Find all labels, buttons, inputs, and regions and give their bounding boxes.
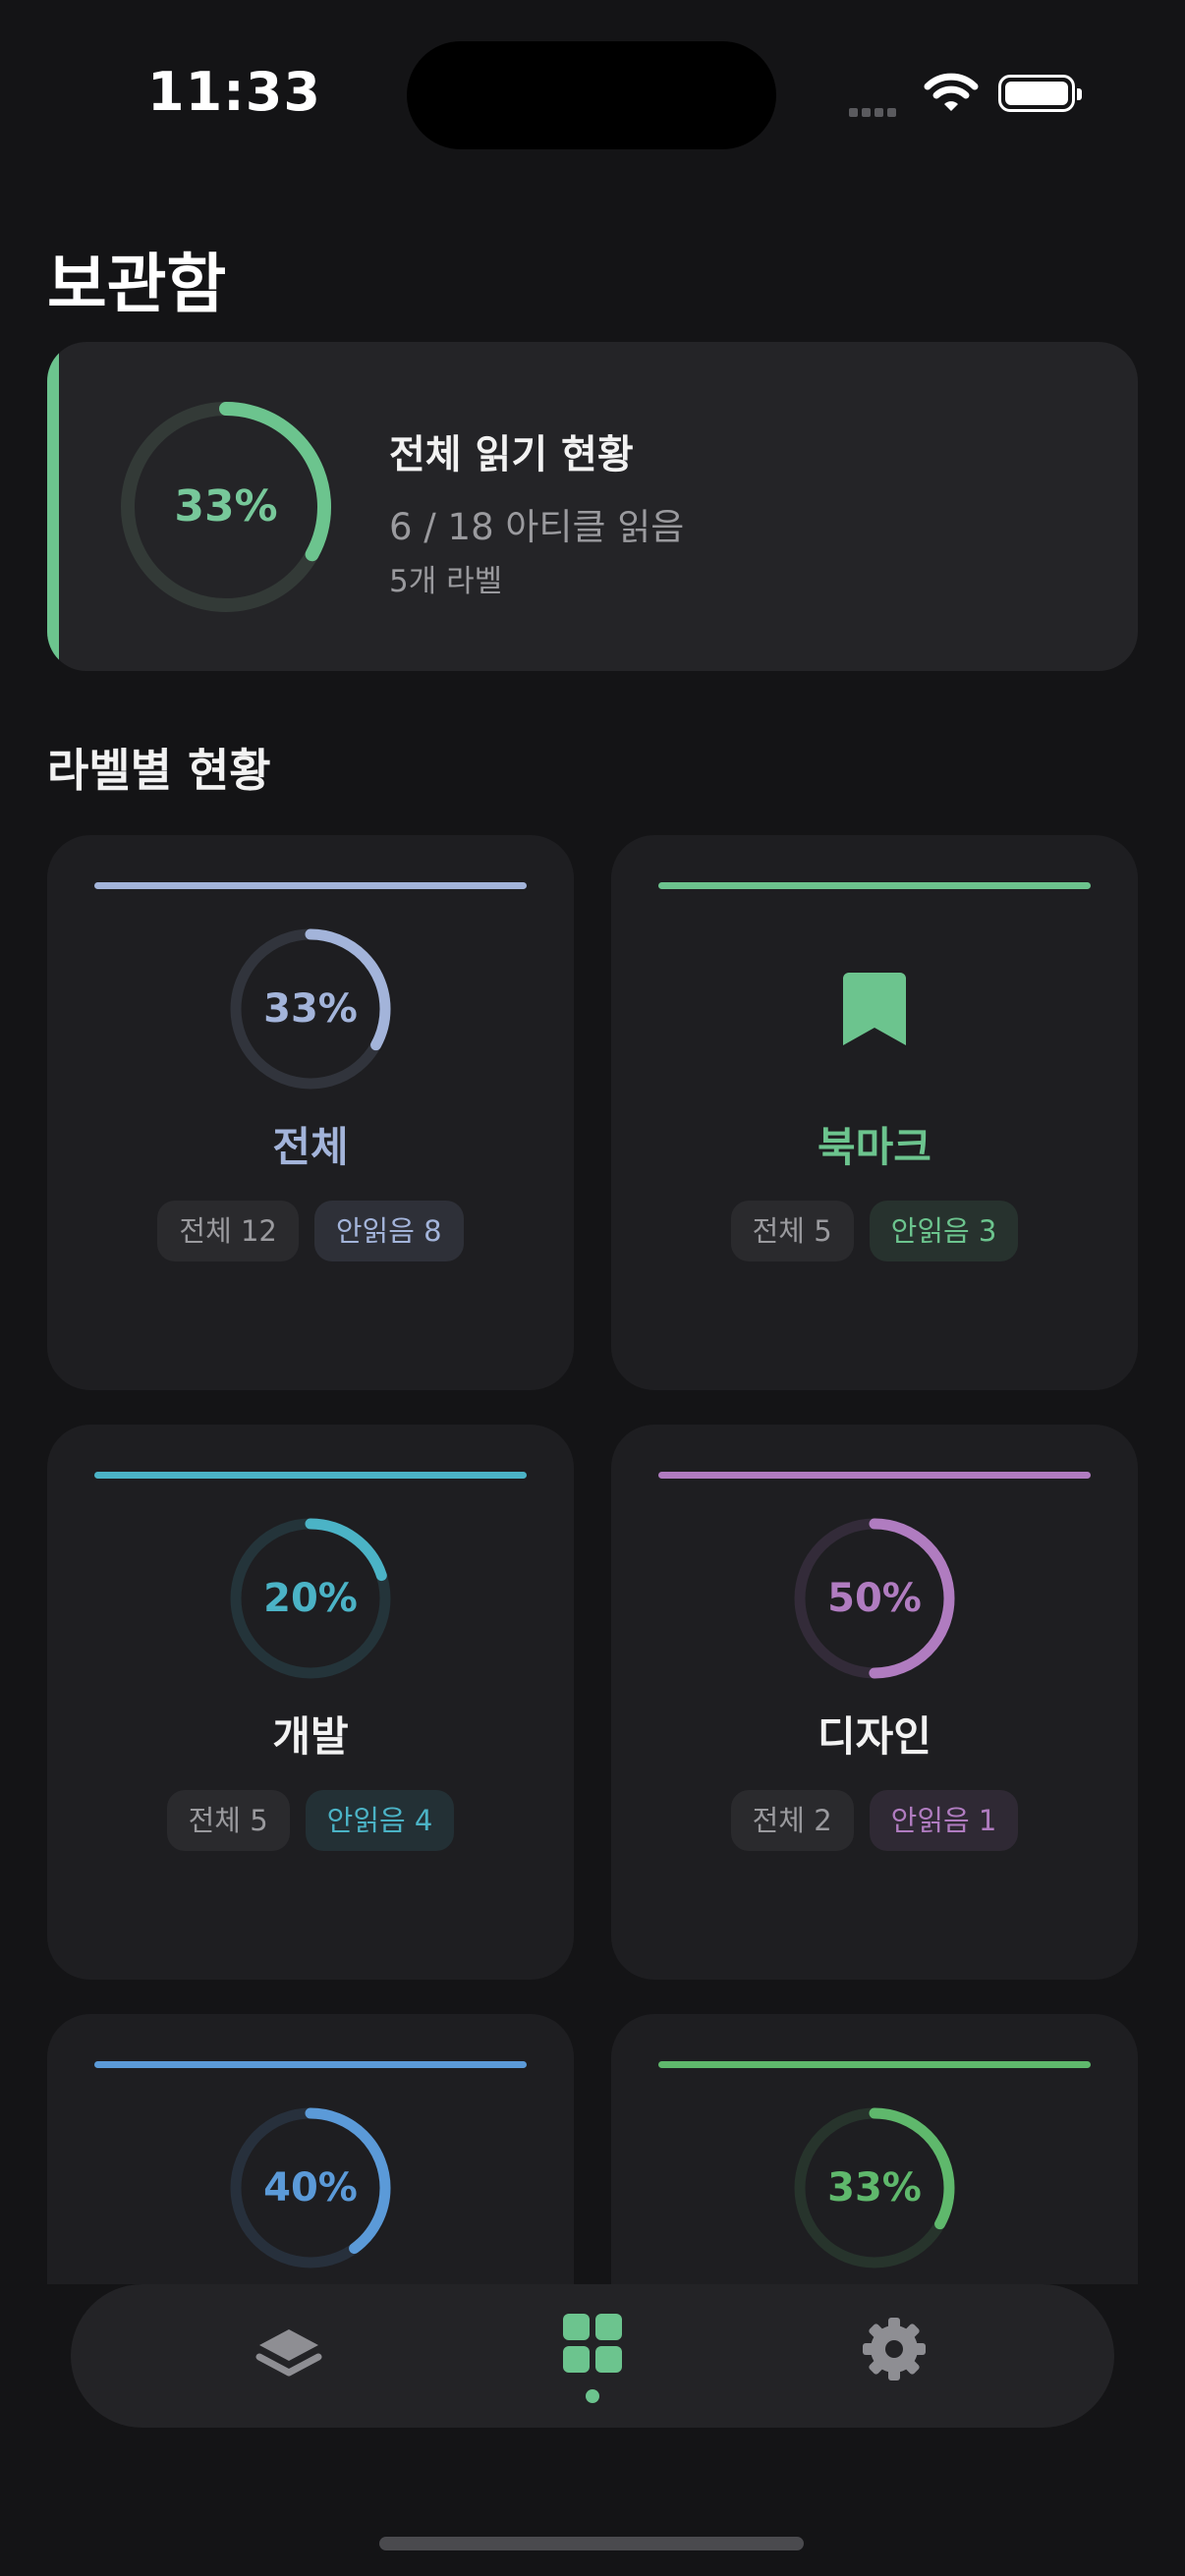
label-percent: 33% [827,2165,922,2211]
label-name: 개발 [272,1712,349,1761]
label-percent: 40% [263,2165,358,2211]
active-tab-indicator [586,2389,599,2403]
summary-label-count: 5개 라벨 [389,564,503,599]
label-grid: 33% 전체 전체 12 안읽음 8 북마크 전체 5 안읽음 3 20% 개발 전… [47,835,1138,2284]
total-count-chip: 전체 2 [730,1790,854,1851]
label-card-5[interactable]: 40% [47,2014,574,2284]
label-color-bar [94,1472,527,1479]
unread-count-chip: 안읽음 4 [305,1790,455,1851]
label-color-bar [658,1472,1091,1479]
tab-library[interactable] [210,2284,367,2428]
tab-labels[interactable] [514,2284,671,2428]
section-title: 라벨별 현황 [47,744,271,797]
page-title: 보관함 [47,247,227,322]
label-card-dev[interactable]: 20% 개발 전체 5 안읽음 4 [47,1425,574,1980]
label-percent: 33% [263,986,358,1032]
label-name: 전체 [272,1123,349,1171]
unread-count-chip: 안읽음 1 [869,1790,1019,1851]
label-card-6[interactable]: 33% [611,2014,1138,2284]
summary-title: 전체 읽기 현황 [389,432,634,477]
label-card-bookmark[interactable]: 북마크 전체 5 안읽음 3 [611,835,1138,1390]
unread-count-chip: 안읽음 8 [313,1201,464,1261]
wifi-icon [924,71,979,118]
tab-bar [71,2284,1114,2428]
tab-settings[interactable] [816,2284,973,2428]
label-color-bar [94,882,527,889]
label-name: 북마크 [818,1123,931,1171]
bookmark-icon [843,973,906,1045]
unread-count-chip: 안읽음 3 [869,1201,1019,1261]
total-count-chip: 전체 5 [730,1201,854,1261]
summary-count: 6 / 18 아티클 읽음 [389,506,685,548]
layers-icon [255,2329,322,2377]
summary-percent: 33% [174,481,278,532]
label-name: 디자인 [818,1712,931,1761]
label-percent: 50% [827,1576,922,1621]
battery-icon [998,75,1082,112]
grid-icon [563,2314,622,2373]
status-time: 11:33 [147,61,321,123]
summary-accent-bar [47,342,59,671]
dynamic-island [407,41,776,149]
label-color-bar [94,2061,527,2068]
total-count-chip: 전체 5 [166,1790,290,1851]
label-card-design[interactable]: 50% 디자인 전체 2 안읽음 1 [611,1425,1138,1980]
label-card-all[interactable]: 33% 전체 전체 12 안읽음 8 [47,835,574,1390]
total-count-chip: 전체 12 [157,1201,299,1261]
cellular-signal-icon [849,102,900,121]
label-color-bar [658,2061,1091,2068]
reading-summary-card[interactable]: 33% 전체 읽기 현황 6 / 18 아티클 읽음 5개 라벨 [47,342,1138,671]
home-indicator [379,2537,804,2550]
label-color-bar [658,882,1091,889]
label-percent: 20% [263,1576,358,1621]
gear-icon [863,2318,926,2380]
